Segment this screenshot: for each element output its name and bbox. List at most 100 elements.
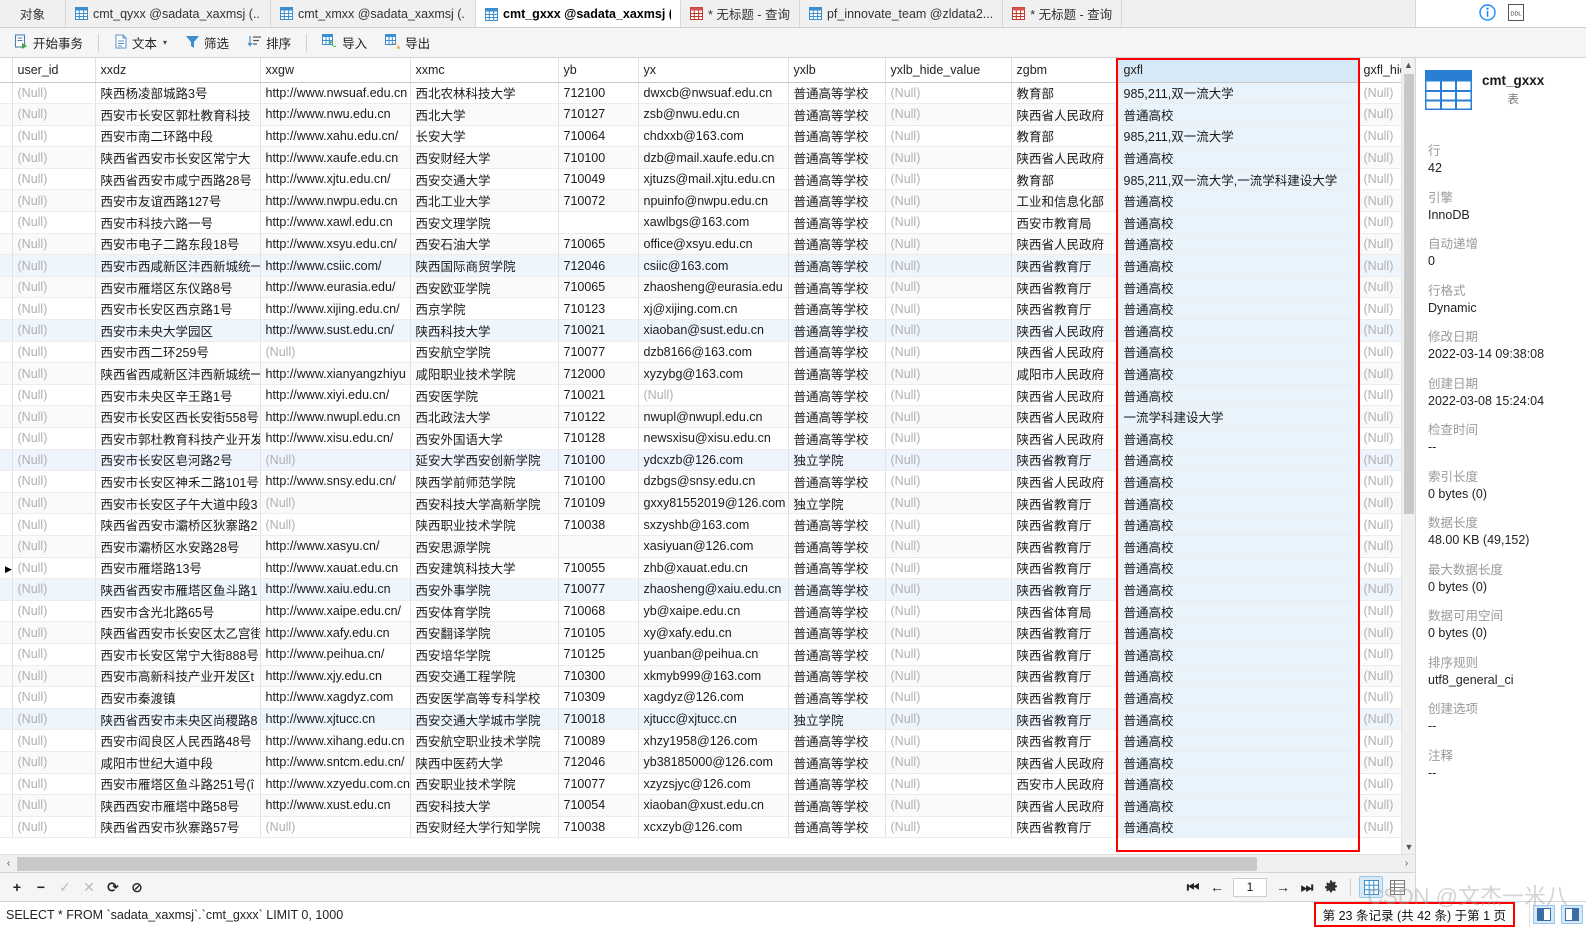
table-row[interactable]: (Null) 西安市长安区皂河路2号 (Null) 延安大学西安创新学院 710100 y… (0, 449, 1415, 472)
table-row[interactable]: (Null) 陕西省西安市未央区尚稷路8 http://www.xjtucc.cn 西… (0, 708, 1415, 731)
table-row[interactable]: (Null) 西安市阎良区人民西路48号 http://www.xihang.edu… (0, 729, 1415, 752)
table-row[interactable]: (Null) 西安市未央区辛王路1号 http://www.xiyi.edu.cn/… (0, 384, 1415, 407)
cell-gxfl[interactable]: 一流学科建设大学 (1118, 405, 1359, 428)
cell-yxlb_hide_value[interactable]: (Null) (885, 341, 1012, 364)
cell-yxlb[interactable]: 普通高等学校 (788, 211, 886, 234)
cell-yxlb_hide_value[interactable]: (Null) (885, 254, 1012, 277)
cell-yx[interactable]: xasiyuan@126.com (638, 535, 789, 558)
hscroll-thumb[interactable] (17, 856, 1257, 871)
cell-yb[interactable]: 712100 (558, 82, 639, 105)
cell-xxgw[interactable]: http://www.xiyi.edu.cn/ (260, 384, 411, 407)
cell-user_id[interactable]: (Null) (12, 276, 96, 299)
cell-xxgw[interactable]: http://www.xaiu.edu.cn (260, 578, 411, 601)
cell-xxmc[interactable]: 西安交通大学城市学院 (410, 708, 559, 731)
cell-user_id[interactable]: (Null) (12, 751, 96, 774)
cell-yxlb_hide_value[interactable]: (Null) (885, 297, 1012, 321)
cell-yxlb_hide_value[interactable]: (Null) (885, 578, 1012, 601)
row-marker-cell[interactable]: ▶ (0, 557, 13, 580)
cell-yx[interactable]: xiaoban@xust.edu.cn (638, 794, 789, 817)
cell-yxlb_hide_value[interactable]: (Null) (885, 427, 1012, 450)
cell-yxlb[interactable]: 普通高等学校 (788, 513, 886, 536)
cell-yx[interactable]: office@xsyu.edu.cn (638, 233, 789, 256)
cell-gxfl[interactable]: 普通高校 (1118, 254, 1359, 277)
cell-yxlb[interactable]: 普通高等学校 (788, 816, 886, 839)
cell-gxfl[interactable]: 985,211,双一流大学,一流学科建设大学 (1118, 168, 1359, 191)
cell-user_id[interactable]: (Null) (12, 254, 96, 277)
cell-xxmc[interactable]: 西安思源学院 (410, 535, 559, 558)
cell-xxgw[interactable]: http://www.xjy.edu.cn (260, 665, 411, 688)
row-marker-cell[interactable] (0, 211, 13, 234)
column-header-zgbm[interactable]: zgbm (1011, 58, 1119, 83)
cell-yb[interactable]: 710123 (558, 297, 639, 321)
cell-user_id[interactable]: (Null) (12, 665, 96, 688)
cell-yb[interactable]: 710068 (558, 600, 639, 623)
tab-pf-innovate-team[interactable]: pf_innovate_team @zldata2... (799, 0, 1004, 27)
cell-yxlb_hide_value[interactable]: (Null) (885, 492, 1012, 515)
cell-zgbm[interactable]: 陕西省教育厅 (1011, 665, 1119, 688)
cell-xxgw[interactable]: http://www.xahu.edu.cn/ (260, 125, 411, 148)
row-marker-cell[interactable] (0, 816, 13, 839)
cell-xxgw[interactable]: http://www.xjtucc.cn (260, 708, 411, 731)
cell-yb[interactable]: 710300 (558, 665, 639, 688)
cell-xxmc[interactable]: 西安建筑科技大学 (410, 557, 559, 580)
cell-xxdz[interactable]: 陕西省西安市狄寨路57号 (95, 816, 261, 839)
table-row[interactable]: (Null) 西安市秦渡镇 http://www.xagdyz.com 西安医学高等专… (0, 686, 1415, 709)
cell-xxdz[interactable]: 西安市郭杜教育科技产业开发 (95, 427, 261, 450)
cell-yxlb[interactable]: 普通高等学校 (788, 168, 886, 191)
cell-xxmc[interactable]: 陕西职业技术学院 (410, 513, 559, 536)
cell-gxfl[interactable]: 普通高校 (1118, 233, 1359, 256)
row-marker-cell[interactable] (0, 621, 13, 644)
row-marker-cell[interactable] (0, 708, 13, 731)
cell-xxgw[interactable]: http://www.nwsuaf.edu.cn (260, 82, 411, 105)
cell-user_id[interactable]: (Null) (12, 729, 96, 752)
chevron-down-icon[interactable]: ▾ (163, 38, 167, 47)
cell-yxlb[interactable]: 独立学院 (788, 492, 886, 515)
info-icon[interactable] (1478, 3, 1496, 24)
cell-xxdz[interactable]: 西安市长安区皂河路2号 (95, 449, 261, 472)
cell-yx[interactable]: (Null) (638, 384, 789, 407)
cell-zgbm[interactable]: 陕西省教育厅 (1011, 578, 1119, 601)
row-marker-cell[interactable] (0, 513, 13, 536)
cell-yb[interactable]: 710109 (558, 492, 639, 515)
cell-xxdz[interactable]: 陕西省西安市长安区太乙宫街 (95, 621, 261, 644)
cell-yxlb_hide_value[interactable]: (Null) (885, 535, 1012, 558)
cell-zgbm[interactable]: 教育部 (1011, 125, 1119, 148)
row-marker-cell[interactable] (0, 427, 13, 450)
cell-xxdz[interactable]: 西安市西二环259号 (95, 341, 261, 364)
cell-gxfl[interactable]: 普通高校 (1118, 600, 1359, 623)
cell-user_id[interactable]: (Null) (12, 146, 96, 169)
cell-yx[interactable]: zhb@xauat.edu.cn (638, 557, 789, 580)
cell-user_id[interactable]: (Null) (12, 405, 96, 428)
cell-xxgw[interactable]: http://www.xzyedu.com.cn (260, 773, 411, 796)
cell-xxdz[interactable]: 西安市雁塔路13号 (95, 557, 261, 580)
cell-yxlb[interactable]: 普通高等学校 (788, 146, 886, 169)
cell-zgbm[interactable]: 陕西省教育厅 (1011, 729, 1119, 752)
cell-zgbm[interactable]: 陕西省人民政府 (1011, 103, 1119, 126)
cell-gxfl[interactable]: 普通高校 (1118, 427, 1359, 450)
table-row[interactable]: (Null) 西安市西咸新区沣西新城统一 http://www.csiic.com/… (0, 254, 1415, 277)
cell-xxmc[interactable]: 西安交通大学 (410, 168, 559, 191)
cell-xxdz[interactable]: 陕西省西安市未央区尚稷路8 (95, 708, 261, 731)
cell-yb[interactable]: 712000 (558, 362, 639, 385)
cell-xxgw[interactable]: (Null) (260, 492, 411, 515)
cell-yxlb[interactable]: 普通高等学校 (788, 686, 886, 709)
cell-yb[interactable] (558, 535, 639, 558)
table-row[interactable]: (Null) 陕西西安市雁塔中路58号 http://www.xust.edu.cn… (0, 794, 1415, 817)
cell-yxlb_hide_value[interactable]: (Null) (885, 103, 1012, 126)
cell-user_id[interactable]: (Null) (12, 427, 96, 450)
cell-yxlb_hide_value[interactable]: (Null) (885, 276, 1012, 299)
cell-zgbm[interactable]: 陕西省教育厅 (1011, 686, 1119, 709)
column-header-xxdz[interactable]: xxdz (95, 58, 261, 83)
table-row[interactable]: (Null) 西安市长安区郭杜教育科技 http://www.nwu.edu.cn 西… (0, 103, 1415, 126)
cell-yb[interactable] (558, 211, 639, 234)
tab-cmt-xmxx[interactable]: cmt_xmxx @sadata_xaxmsj (... (271, 0, 476, 27)
add-record-button[interactable]: + (6, 876, 28, 898)
cell-xxgw[interactable]: http://www.xasyu.cn/ (260, 535, 411, 558)
cell-xxmc[interactable]: 西北大学 (410, 103, 559, 126)
cell-xxgw[interactable]: http://www.xauat.edu.cn (260, 557, 411, 580)
row-marker-cell[interactable] (0, 600, 13, 623)
cell-gxfl[interactable]: 985,211,双一流大学 (1118, 82, 1359, 105)
cell-xxdz[interactable]: 西安市友谊西路127号 (95, 189, 261, 213)
cell-yxlb[interactable]: 普通高等学校 (788, 621, 886, 644)
grid-horizontal-scrollbar[interactable]: ‹ › (0, 854, 1415, 873)
